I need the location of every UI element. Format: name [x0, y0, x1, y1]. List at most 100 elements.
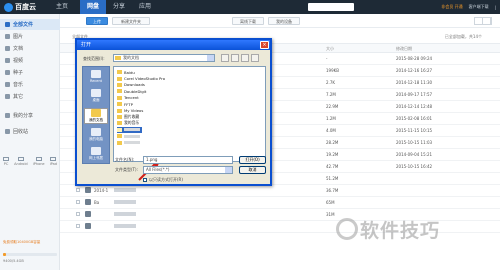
place-network[interactable]: 网上邻居 — [84, 147, 108, 161]
file-count: 已全部加载，共14个 — [444, 34, 482, 39]
file-icon — [85, 187, 91, 193]
folder-icon — [117, 89, 122, 94]
redacted-name — [114, 200, 136, 204]
size-column-header[interactable]: 大小 — [326, 46, 334, 52]
iphone-icon — [35, 157, 42, 161]
sidebar-item-videos[interactable]: 视频 — [0, 55, 60, 66]
my-device-button[interactable]: 我的设备 — [268, 17, 300, 25]
row-checkbox[interactable] — [76, 212, 80, 216]
torrent-icon — [5, 70, 10, 75]
top-search-box[interactable] — [308, 3, 354, 11]
row-checkbox[interactable] — [76, 224, 80, 228]
upload-button[interactable]: 上传 — [86, 17, 108, 25]
top-bar: 百度云 主页 网盘 分享 应用 非会员 开通 客户端下载 | — [0, 0, 500, 14]
nav-share[interactable]: 分享 — [108, 0, 130, 14]
redacted-name — [124, 128, 140, 132]
device-pc[interactable]: PC — [3, 157, 9, 166]
list-view-icon[interactable] — [475, 18, 483, 24]
cloud-logo-icon — [4, 2, 13, 12]
table-row[interactable]: 2014-1 36.7M — [60, 185, 500, 197]
place-desktop[interactable]: 桌面 — [84, 89, 108, 103]
sidebar-item-all-files[interactable]: 全部文件 — [0, 19, 60, 30]
free-capacity-promo[interactable]: 免费领取10400GB容量 — [3, 240, 57, 245]
sidebar-item-other[interactable]: 其它 — [0, 91, 60, 102]
desktop-icon — [91, 89, 101, 97]
share-icon — [5, 113, 10, 118]
sidebar-item-recycle-bin[interactable]: 回收站 — [0, 126, 60, 137]
trash-icon — [5, 129, 10, 134]
table-row[interactable]: Ba 65M — [60, 197, 500, 209]
row-checkbox[interactable] — [76, 200, 80, 204]
look-in-select[interactable]: 我的文档 — [113, 54, 215, 62]
view-menu-icon[interactable] — [251, 54, 259, 62]
filename-input[interactable]: 1.png — [143, 156, 233, 164]
row-checkbox[interactable] — [76, 188, 80, 192]
places-bar: Recent 桌面 我的文档 我的电脑 网上邻居 — [82, 66, 110, 164]
filetype-select[interactable]: All Files(*.*) — [143, 166, 233, 174]
device-iphone[interactable]: iPhone — [33, 157, 45, 166]
nav-home[interactable]: 主页 — [52, 0, 72, 14]
sidebar-item-torrents[interactable]: 种子 — [0, 67, 60, 78]
filetype-label: 文件类型(T): — [115, 167, 138, 172]
folder-icon — [117, 76, 122, 81]
quota-fill — [3, 253, 6, 256]
nav-netdisk[interactable]: 网盘 — [80, 0, 106, 14]
quota-bar — [3, 253, 57, 256]
separator: | — [494, 4, 496, 10]
client-download-link[interactable]: 客户端下载 — [469, 4, 489, 10]
dialog-file-list[interactable]: Baidu Corel VideoStudio Pro Downloads Do… — [113, 66, 266, 162]
chevron-down-icon[interactable] — [225, 167, 232, 173]
document-icon — [5, 46, 10, 51]
place-my-documents[interactable]: 我的文档 — [84, 108, 108, 124]
nav-apps[interactable]: 应用 — [134, 0, 156, 14]
device-ipad[interactable]: iPad — [50, 157, 57, 166]
file-icon — [117, 140, 122, 145]
list-item[interactable] — [117, 139, 142, 145]
device-android[interactable]: Android — [14, 157, 28, 166]
new-folder-icon[interactable] — [241, 54, 249, 62]
redacted-name — [114, 224, 136, 228]
readonly-option[interactable]: 以只读方式打开(R) — [143, 177, 183, 183]
open-button[interactable]: 打开(O) — [239, 156, 266, 164]
up-folder-icon[interactable] — [231, 54, 239, 62]
folder-icon — [117, 82, 122, 87]
vip-link[interactable]: 非会员 开通 — [441, 4, 462, 10]
dialog-toolbar — [221, 54, 259, 62]
folder-icon — [117, 95, 122, 100]
network-icon — [91, 147, 101, 155]
my-documents-icon — [91, 109, 101, 117]
date-column-header[interactable]: 修改日期 — [396, 46, 412, 52]
ipad-icon — [50, 157, 57, 161]
close-icon[interactable]: × — [260, 41, 269, 49]
offline-download-button[interactable]: 离线下载 — [232, 17, 264, 25]
music-icon — [5, 82, 10, 87]
new-folder-button[interactable]: 新建文件夹 — [112, 17, 150, 25]
place-recent[interactable]: Recent — [84, 70, 108, 83]
app-logo[interactable]: 百度云 — [4, 2, 44, 12]
folder-icon — [117, 102, 122, 107]
grid-view-icon[interactable] — [483, 18, 491, 24]
dialog-title[interactable]: 打开 — [77, 40, 270, 50]
other-icon — [5, 94, 10, 99]
cancel-button[interactable]: 取消 — [239, 166, 266, 174]
device-links: PC Android iPhone iPad — [3, 157, 57, 166]
image-icon — [5, 34, 10, 39]
sidebar-item-music[interactable]: 音乐 — [0, 79, 60, 90]
sidebar-item-my-shares[interactable]: 我的分享 — [0, 110, 60, 121]
sidebar-item-images[interactable]: 图片 — [0, 31, 60, 42]
readonly-checkbox[interactable] — [143, 178, 147, 182]
chevron-down-icon[interactable] — [207, 55, 214, 61]
video-icon — [5, 58, 10, 63]
view-toggle[interactable] — [474, 17, 492, 25]
filename-label: 文件名(N): — [115, 157, 135, 162]
look-in-label: 查找范围(I): — [83, 56, 105, 61]
sidebar: 全部文件 图片 文档 视频 种子 音乐 其它 我的分享 回收站 PC Andro… — [0, 14, 60, 270]
sidebar-item-documents[interactable]: 文档 — [0, 43, 60, 54]
redacted-name — [124, 134, 140, 138]
folder-icon — [117, 114, 122, 119]
app-name: 百度云 — [15, 3, 36, 11]
pc-icon — [3, 157, 9, 161]
back-icon[interactable] — [221, 54, 229, 62]
place-my-computer[interactable]: 我的电脑 — [84, 128, 108, 142]
file-icon — [117, 134, 122, 139]
